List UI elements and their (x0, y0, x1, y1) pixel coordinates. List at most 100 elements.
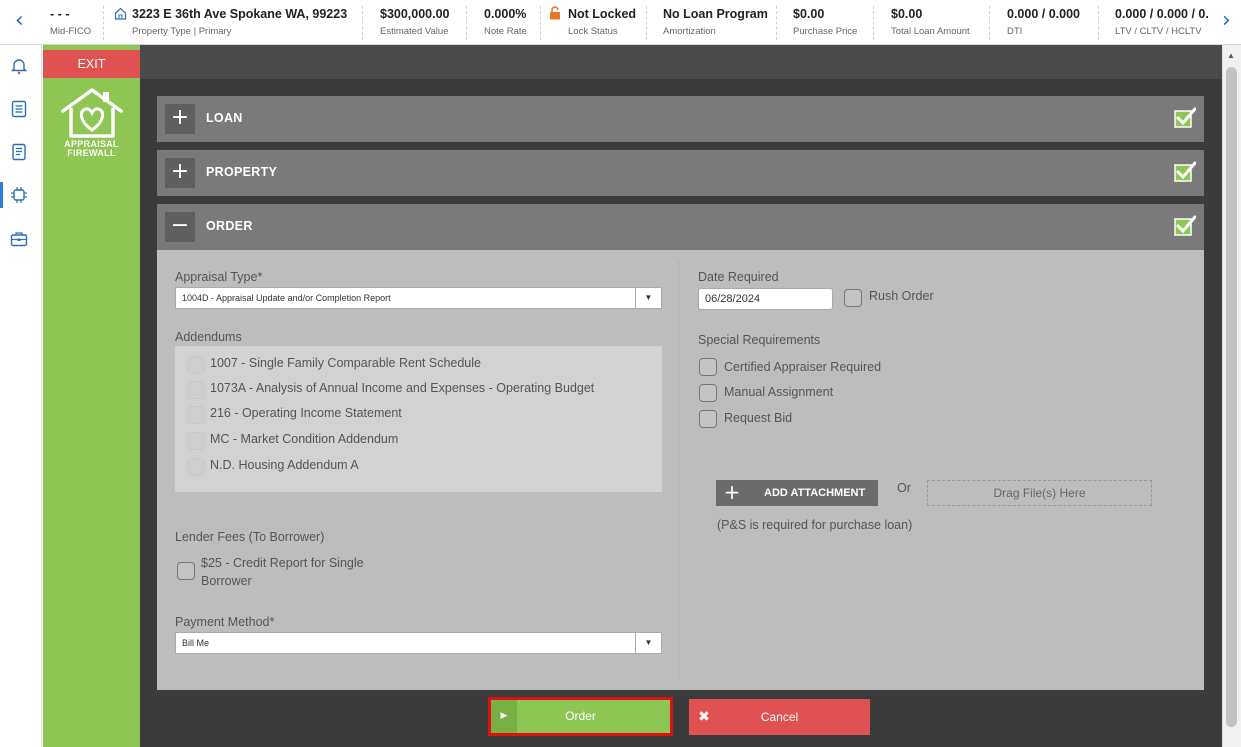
addendum-checkbox[interactable] (187, 406, 205, 424)
cancel-button[interactable]: ✖ Cancel (689, 699, 870, 735)
prev-arrow-icon[interactable]: ‹ (15, 8, 24, 33)
addendum-checkbox[interactable] (187, 432, 205, 450)
expand-plus-icon[interactable]: + (165, 158, 195, 188)
section-title-loan: LOAN (206, 111, 243, 125)
complete-check-icon (1174, 215, 1196, 236)
property-cell[interactable]: 3223 E 36th Ave Spokane WA, 99223 Proper… (114, 0, 347, 45)
section-property[interactable]: + PROPERTY (157, 150, 1204, 196)
home-icon (114, 7, 127, 20)
property-type-label: Property Type | Primary (132, 26, 232, 37)
total-loan-amount-cell: $0.00 Total Loan Amount (891, 0, 970, 45)
note-rate-value: 0.000% (484, 7, 527, 21)
scroll-thumb[interactable] (1226, 67, 1237, 727)
addendum-checkbox[interactable] (187, 458, 205, 476)
note-rate-label: Note Rate (484, 26, 527, 37)
lock-status-cell: Not Locked Lock Status (549, 0, 636, 45)
rush-order-label: Rush Order (869, 289, 934, 303)
certified-appraiser-checkbox[interactable] (699, 358, 717, 376)
active-indicator (0, 182, 3, 208)
appraisal-type-label: Appraisal Type* (175, 270, 263, 284)
chip-icon[interactable] (10, 186, 28, 204)
total-loan-amount-value: $0.00 (891, 7, 923, 21)
exit-button[interactable]: EXIT (43, 50, 140, 78)
main-content: + LOAN + PROPERTY − ORDER Appraisal Type… (140, 45, 1222, 747)
estimated-value-cell: $300,000.00 Estimated Value (380, 0, 450, 45)
appraisal-firewall-panel: EXIT APPRAISAL FIREWALL (43, 45, 140, 747)
addendum-label: 1073A - Analysis of Annual Income and Ex… (210, 381, 595, 395)
credit-report-fee-checkbox[interactable] (177, 562, 195, 580)
date-required-value: 06/28/2024 (705, 293, 761, 305)
fico-label: Mid-FICO (50, 26, 92, 37)
manual-assignment-label: Manual Assignment (724, 385, 834, 399)
briefcase-icon[interactable] (10, 230, 28, 248)
rush-order-checkbox[interactable] (844, 289, 862, 307)
appraisal-type-select[interactable]: 1004D - Appraisal Update and/or Completi… (175, 287, 662, 309)
certified-appraiser-label: Certified Appraiser Required (724, 360, 882, 374)
payment-method-value: Bill Me (182, 638, 210, 648)
ltv-label: LTV / CLTV / HCLTV (1115, 26, 1202, 37)
credit-report-fee-line-2: Borrower (201, 574, 252, 588)
note-rate-cell: 0.000% Note Rate (484, 0, 527, 45)
vertical-scrollbar[interactable]: ▲ (1222, 45, 1241, 747)
dti-value: 0.000 / 0.000 (1007, 7, 1080, 21)
purchase-price-label: Purchase Price (793, 26, 858, 37)
lender-fees-label: Lender Fees (To Borrower) (175, 530, 325, 544)
complete-check-icon (1174, 161, 1196, 182)
list-icon[interactable] (10, 100, 28, 118)
request-bid-label: Request Bid (724, 411, 793, 425)
estimated-value: $300,000.00 (380, 7, 450, 21)
dropdown-arrow-icon[interactable]: ▼ (635, 633, 661, 653)
section-loan[interactable]: + LOAN (157, 96, 1204, 142)
scroll-up-icon[interactable]: ▲ (1227, 51, 1235, 60)
manual-assignment-checkbox[interactable] (699, 384, 717, 402)
file-drop-zone[interactable]: Drag File(s) Here (927, 480, 1152, 506)
or-label: Or (897, 481, 911, 495)
dti-label: DTI (1007, 26, 1023, 37)
amortization-label: Amortization (663, 26, 716, 37)
dropdown-arrow-icon[interactable]: ▼ (635, 288, 661, 308)
addendums-list: 1007 - Single Family Comparable Rent Sch… (175, 346, 662, 492)
complete-check-icon (1174, 107, 1196, 128)
order-button[interactable]: ▶ Order (488, 697, 673, 736)
section-order[interactable]: − ORDER (157, 204, 1204, 250)
ltv-value: 0.000 / 0.000 / 0. (1115, 7, 1209, 21)
purchase-price-cell: $0.00 Purchase Price (793, 0, 857, 45)
property-address: 3223 E 36th Ave Spokane WA, 99223 (132, 7, 348, 21)
document-icon[interactable] (10, 143, 28, 161)
left-icon-rail (0, 45, 42, 747)
expand-plus-icon[interactable]: + (165, 104, 195, 134)
cancel-button-label: Cancel (760, 710, 799, 724)
special-requirements-label: Special Requirements (698, 333, 821, 347)
bell-icon[interactable] (10, 57, 28, 75)
add-attachment-button[interactable]: + ADD ATTACHMENT (716, 480, 878, 506)
appraisal-type-value: 1004D - Appraisal Update and/or Completi… (182, 293, 391, 303)
amortization-value: No Loan Program (663, 7, 768, 21)
dti-cell: 0.000 / 0.000 DTI (1007, 0, 1080, 45)
addendum-label: MC - Market Condition Addendum (210, 432, 399, 446)
addendum-checkbox[interactable] (187, 381, 205, 399)
date-required-label: Date Required (698, 270, 779, 284)
unlock-icon (550, 6, 560, 20)
order-form: Appraisal Type* 1004D - Appraisal Update… (157, 250, 1204, 690)
fico-cell: - - - Mid-FICO (50, 0, 91, 45)
ltv-cell: 0.000 / 0.000 / 0. LTV / CLTV / HCLTV (1115, 0, 1209, 45)
estimated-value-label: Estimated Value (380, 26, 449, 37)
addendum-checkbox[interactable] (187, 356, 205, 374)
order-button-label: Order (565, 709, 596, 723)
date-required-input[interactable]: 06/28/2024 (698, 288, 833, 310)
addendum-label: 216 - Operating Income Statement (210, 406, 402, 420)
addendums-label: Addendums (175, 330, 242, 344)
purchase-price-value: $0.00 (793, 7, 825, 21)
amortization-cell: No Loan Program Amortization (663, 0, 768, 45)
payment-method-select[interactable]: Bill Me ▼ (175, 632, 662, 654)
section-title-order: ORDER (206, 219, 253, 233)
add-attachment-label: ADD ATTACHMENT (764, 487, 866, 499)
collapse-minus-icon[interactable]: − (165, 212, 195, 242)
request-bid-checkbox[interactable] (699, 410, 717, 428)
credit-report-fee-label: $25 - Credit Report for Single Borrower (201, 556, 364, 588)
attachment-note: (P&S is required for purchase loan) (717, 518, 913, 532)
fico-value: - - - (50, 7, 70, 21)
column-divider (678, 260, 679, 680)
next-arrow-icon[interactable]: › (1222, 8, 1231, 33)
appraisal-firewall-logo-icon (61, 88, 123, 138)
